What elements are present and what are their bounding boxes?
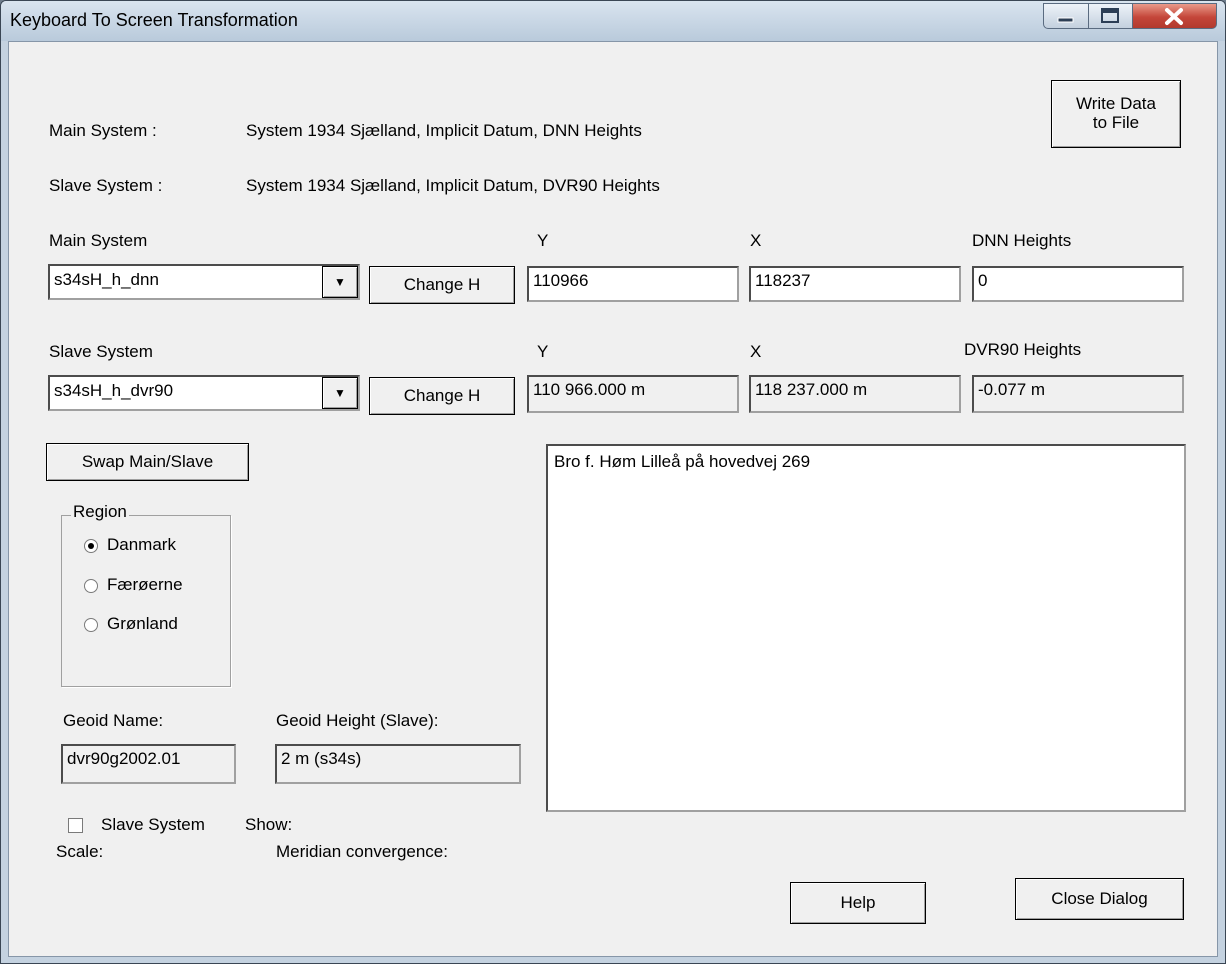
main-height-label: DNN Heights (972, 231, 1072, 250)
slave-system-checkbox[interactable] (68, 818, 83, 833)
geoid-height-output: 2 m (s34s) (275, 744, 521, 784)
title-bar[interactable]: Keyboard To Screen Transformation (1, 1, 1225, 41)
region-faeroerne-label[interactable]: Færøerne (107, 575, 183, 595)
main-x-label: X (750, 231, 762, 250)
dialog-window: Keyboard To Screen Transformation Main S… (0, 0, 1226, 964)
slave-system-caption: Slave System : (49, 176, 163, 195)
slave-y-label: Y (537, 342, 549, 361)
slave-system-label: Slave System (49, 342, 153, 361)
main-height-input[interactable]: 0 (972, 266, 1184, 302)
slave-height-label: DVR90 Heights (964, 340, 1082, 359)
main-system-caption: Main System : (49, 121, 157, 140)
maximize-button[interactable] (1089, 3, 1133, 29)
geoid-name-output: dvr90g2002.01 (61, 744, 236, 784)
region-danmark-radio[interactable] (84, 539, 98, 553)
maximize-icon (1101, 8, 1119, 23)
dropdown-arrow-icon: ▼ (334, 386, 346, 400)
dropdown-arrow-icon: ▼ (334, 275, 346, 289)
main-system-dropdown-button[interactable]: ▼ (322, 266, 358, 298)
meridian-convergence-label: Meridian convergence: (276, 842, 448, 861)
slave-y-output: 110 966.000 m (527, 375, 739, 413)
slave-system-description: System 1934 Sjælland, Implicit Datum, DV… (246, 176, 660, 195)
geoid-height-label: Geoid Height (Slave): (276, 711, 439, 730)
slave-height-output: -0.077 m (972, 375, 1184, 413)
slave-x-label: X (750, 342, 762, 361)
show-label: Show: (245, 815, 293, 834)
help-button[interactable]: Help (790, 882, 926, 924)
main-change-h-button[interactable]: Change H (369, 266, 515, 304)
swap-main-slave-button[interactable]: Swap Main/Slave (46, 443, 249, 481)
close-dialog-button[interactable]: Close Dialog (1015, 878, 1184, 920)
slave-change-h-button[interactable]: Change H (369, 377, 515, 415)
slave-system-select-value: s34sH_h_dvr90 (54, 381, 174, 400)
main-x-input[interactable]: 118237 (749, 266, 961, 302)
write-data-to-file-button[interactable]: Write Data to File (1051, 80, 1181, 148)
dialog-content: Main System : System 1934 Sjælland, Impl… (8, 41, 1218, 957)
main-system-label: Main System (49, 231, 148, 250)
main-system-select-value: s34sH_h_dnn (54, 270, 159, 289)
window-title: Keyboard To Screen Transformation (10, 10, 298, 30)
main-y-input[interactable]: 110966 (527, 266, 739, 302)
main-system-description: System 1934 Sjælland, Implicit Datum, DN… (246, 121, 642, 140)
minimize-button[interactable] (1043, 3, 1089, 29)
main-system-select[interactable]: s34sH_h_dnn ▼ (48, 264, 360, 300)
region-faeroerne-radio[interactable] (84, 579, 98, 593)
scale-label: Scale: (56, 842, 104, 861)
geoid-name-label: Geoid Name: (63, 711, 164, 730)
region-legend: Region (71, 502, 129, 522)
slave-system-checkbox-label[interactable]: Slave System (101, 815, 205, 835)
close-icon (1165, 8, 1183, 25)
slave-x-output: 118 237.000 m (749, 375, 961, 413)
slave-system-dropdown-button[interactable]: ▼ (322, 377, 358, 409)
main-y-label: Y (537, 231, 549, 250)
notes-textarea[interactable]: Bro f. Høm Lilleå på hovedvej 269 (546, 444, 1186, 812)
close-window-button[interactable] (1133, 3, 1217, 29)
region-groenland-radio[interactable] (84, 618, 98, 632)
region-danmark-label[interactable]: Danmark (107, 535, 176, 555)
region-groenland-label[interactable]: Grønland (107, 614, 178, 634)
slave-system-select[interactable]: s34sH_h_dvr90 ▼ (48, 375, 360, 411)
minimize-icon (1057, 17, 1074, 23)
